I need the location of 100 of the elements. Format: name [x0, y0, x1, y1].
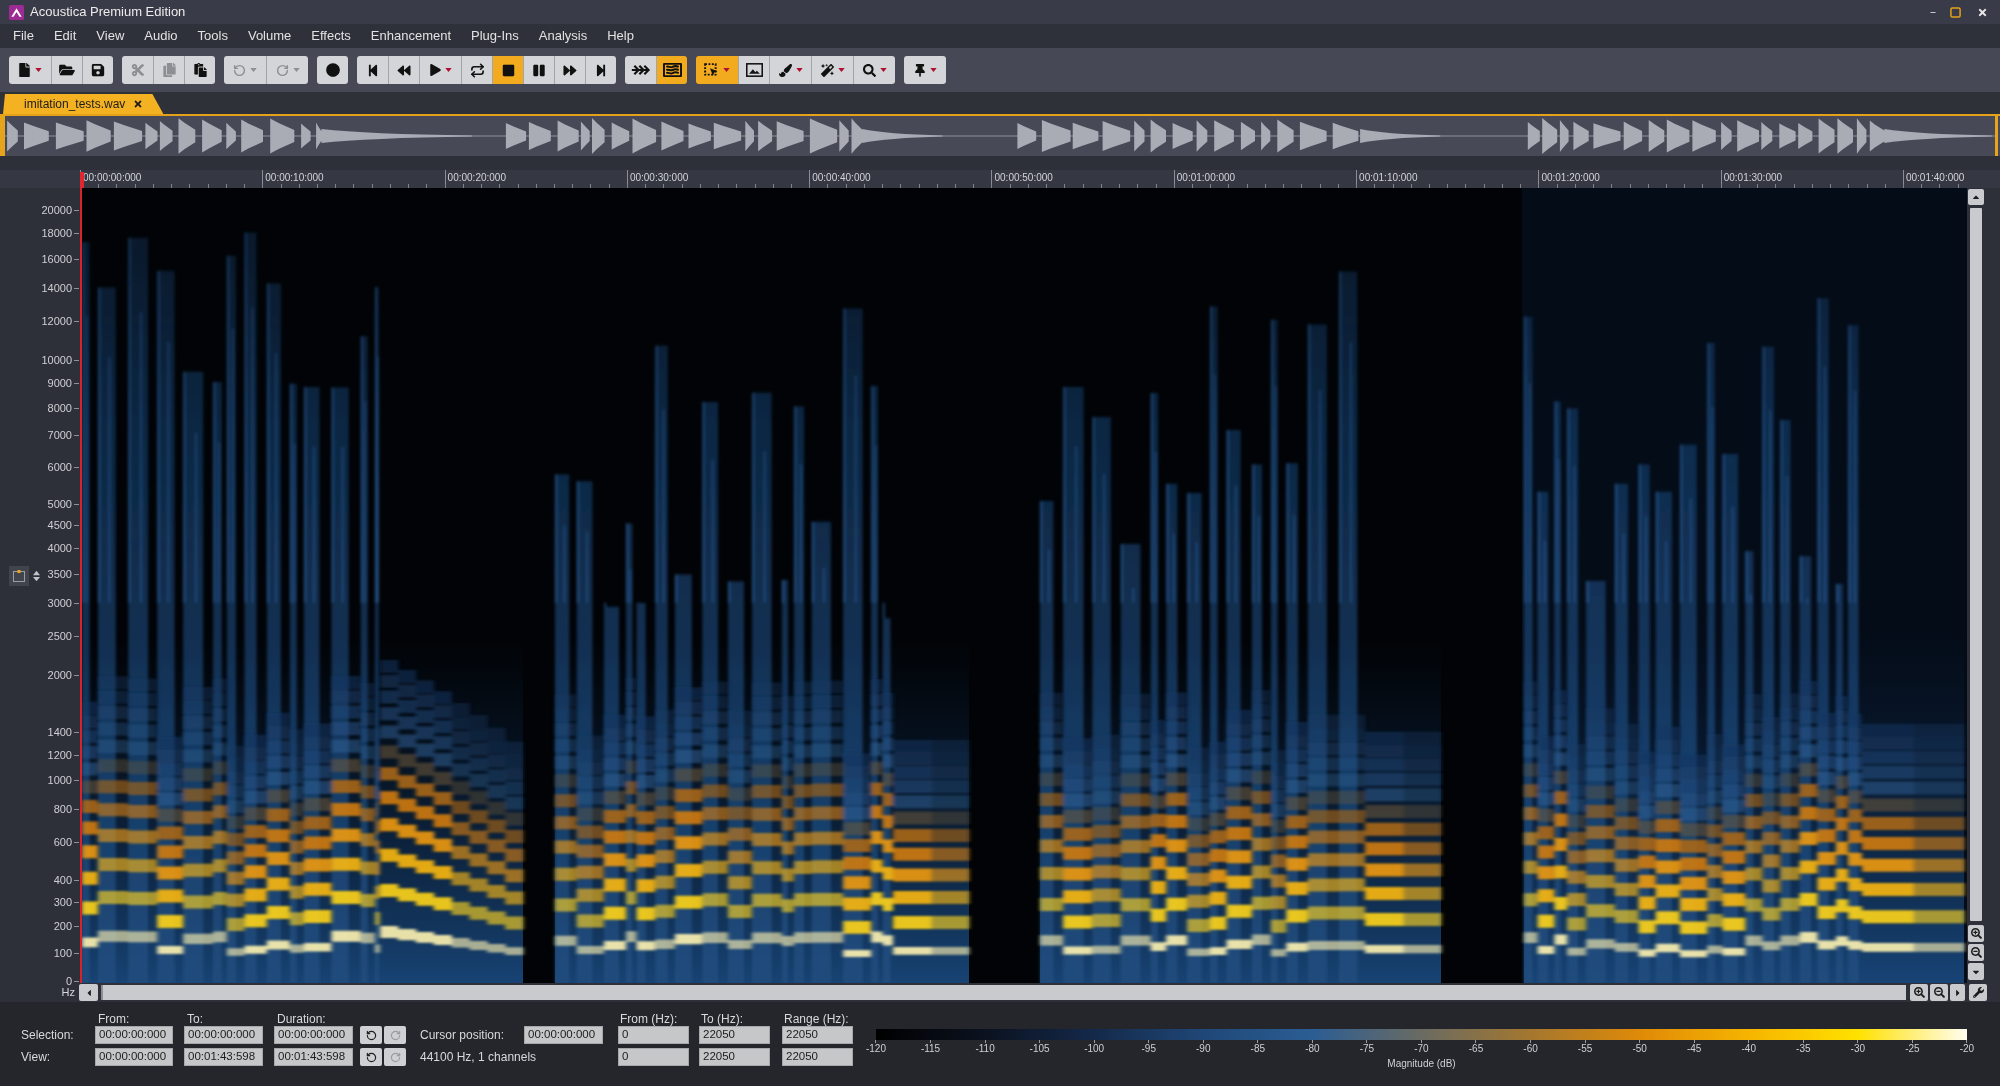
- scale-label: -45: [1686, 1043, 1702, 1055]
- open-button[interactable]: [51, 56, 82, 84]
- go-to-start-button[interactable]: [357, 56, 388, 84]
- time-label: 00:00:10:000: [265, 171, 324, 183]
- scale-label: -40: [1741, 1043, 1756, 1055]
- value-field[interactable]: 22050: [782, 1026, 853, 1044]
- pin-tool-button[interactable]: [904, 56, 946, 84]
- go-to-end-button[interactable]: [585, 56, 616, 84]
- rewind-button[interactable]: [388, 56, 419, 84]
- column-header: To:: [187, 1010, 203, 1028]
- save-button[interactable]: [82, 56, 113, 84]
- value-field[interactable]: 22050: [699, 1048, 770, 1066]
- magic-wand-icon: [820, 63, 834, 77]
- menu-item[interactable]: Help: [597, 26, 644, 46]
- value-field[interactable]: 22050: [782, 1048, 853, 1066]
- frame-button[interactable]: [738, 56, 769, 84]
- redo-icon: [275, 63, 289, 77]
- zoom-out-button[interactable]: [1930, 984, 1948, 1001]
- time-label: 00:01:20:000: [1541, 171, 1600, 183]
- scale-label: -95: [1141, 1043, 1156, 1055]
- scale-label: -35: [1796, 1043, 1811, 1055]
- value-field[interactable]: 22050: [699, 1026, 770, 1044]
- scroll-right-button[interactable]: [1950, 984, 1965, 1001]
- scroll-left-button[interactable]: [79, 984, 98, 1001]
- record-button[interactable]: [317, 56, 348, 84]
- chevron-arrow-icon: [630, 64, 651, 76]
- zoom-out-button[interactable]: [1968, 944, 1984, 961]
- value-field[interactable]: 00:00:00:000: [274, 1026, 353, 1044]
- zoom-out-icon: [1933, 987, 1945, 998]
- stop-button[interactable]: [492, 56, 523, 84]
- value-field[interactable]: 00:01:43:598: [184, 1048, 263, 1066]
- menu-item[interactable]: Volume: [237, 26, 302, 46]
- time-label: 00:01:30:000: [1723, 171, 1783, 183]
- frequency-label: 20000: [41, 203, 72, 216]
- range-handle[interactable]: [1995, 116, 1998, 156]
- value-field[interactable]: 00:00:00:000: [184, 1026, 263, 1044]
- frequency-label: 7000: [47, 429, 72, 442]
- zoom-in-button[interactable]: [1910, 984, 1928, 1001]
- value-field[interactable]: 0: [618, 1048, 689, 1066]
- zoom-tool-button[interactable]: [853, 56, 895, 84]
- settings-button[interactable]: [1969, 984, 1987, 1001]
- menu-item[interactable]: File: [3, 26, 44, 46]
- frequency-label: 4500: [47, 519, 72, 532]
- scissors-icon: [130, 63, 145, 77]
- menu-item[interactable]: Analysis: [528, 26, 598, 46]
- spin-arrows-button[interactable]: [32, 570, 40, 582]
- undo-button[interactable]: [360, 1026, 382, 1044]
- scrub-button[interactable]: [625, 56, 656, 84]
- undo-button[interactable]: [360, 1048, 382, 1066]
- scale-label: -115: [920, 1043, 941, 1055]
- magic-wand-button[interactable]: [811, 56, 853, 84]
- minimize-icon: [1929, 11, 1937, 13]
- maximize-button[interactable]: [1948, 5, 1962, 19]
- spectrogram-button[interactable]: [656, 56, 687, 84]
- scale-label: -60: [1523, 1043, 1538, 1055]
- range-handle[interactable]: [0, 116, 5, 156]
- close-tab-button[interactable]: [132, 98, 144, 110]
- scale-label: -100: [1084, 1043, 1105, 1055]
- value-field[interactable]: 00:00:00:000: [95, 1026, 173, 1044]
- brush-tool-button[interactable]: [769, 56, 811, 84]
- wrench-icon: [1972, 987, 1984, 998]
- caret-icon: [723, 68, 730, 72]
- file-tab[interactable]: imitation_tests.wav: [3, 94, 164, 114]
- pause-button[interactable]: [523, 56, 554, 84]
- caret-icon: [795, 68, 803, 72]
- scroll-up-button[interactable]: [1968, 189, 1984, 205]
- selection-tool-button[interactable]: [696, 56, 738, 84]
- loop-button[interactable]: [461, 56, 492, 84]
- scale-label: -75: [1359, 1043, 1375, 1055]
- caret-icon: [250, 68, 257, 72]
- value-field[interactable]: 00:00:00:000: [95, 1048, 173, 1066]
- time-label: 00:00:50:000: [994, 171, 1053, 183]
- menu-item[interactable]: Enhancement: [360, 26, 462, 46]
- caret-icon: [837, 68, 845, 72]
- scrollbar-track[interactable]: [101, 985, 1906, 1000]
- view-mode-button[interactable]: [9, 566, 29, 586]
- menu-item[interactable]: Tools: [187, 26, 238, 46]
- redo-icon: [389, 1029, 401, 1041]
- scrollbar-track[interactable]: [1970, 208, 1982, 921]
- play-button[interactable]: [419, 56, 461, 84]
- zoom-in-button[interactable]: [1968, 925, 1984, 942]
- new-file-button[interactable]: [9, 56, 51, 84]
- fast-forward-button[interactable]: [554, 56, 585, 84]
- cursor-label: Cursor position:: [420, 1027, 506, 1044]
- scroll-down-button[interactable]: [1968, 963, 1984, 980]
- row-label: Selection:: [21, 1027, 74, 1044]
- menu-item[interactable]: Plug-Ins: [461, 26, 529, 46]
- undo-icon: [365, 1029, 377, 1041]
- column-header: From (Hz):: [620, 1010, 678, 1028]
- menu-item[interactable]: Audio: [134, 26, 188, 46]
- value-field[interactable]: 0: [618, 1026, 689, 1044]
- playhead-marker[interactable]: [80, 172, 84, 188]
- caret-icon: [929, 68, 937, 72]
- menu-item[interactable]: Effects: [301, 26, 361, 46]
- value-field[interactable]: 00:00:00:000: [524, 1026, 603, 1044]
- menu-item[interactable]: Edit: [43, 26, 87, 46]
- menu-item[interactable]: View: [86, 26, 135, 46]
- picture-frame-icon: [745, 63, 763, 77]
- value-field[interactable]: 00:01:43:598: [274, 1048, 353, 1066]
- paste-button[interactable]: [184, 56, 215, 84]
